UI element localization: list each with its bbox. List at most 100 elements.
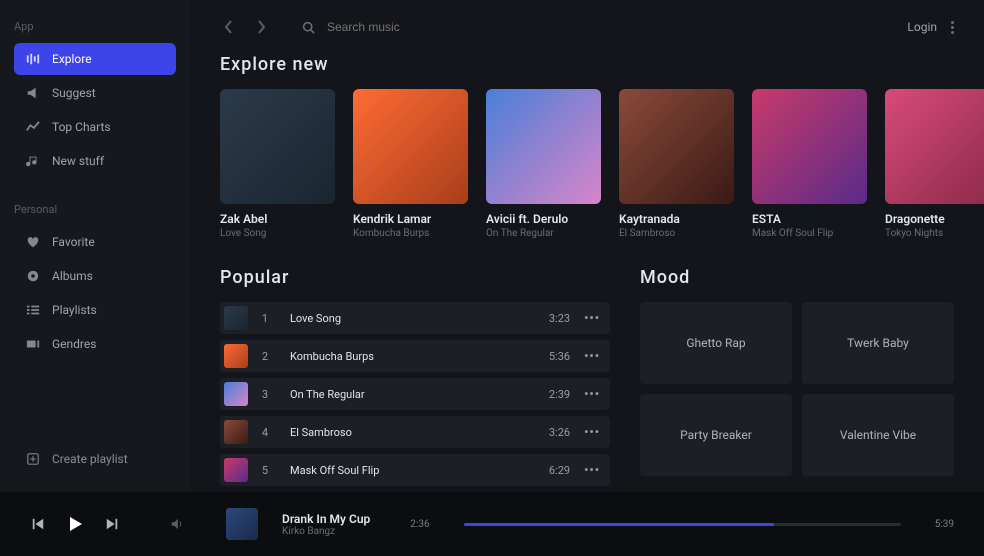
progress-bar[interactable] bbox=[464, 523, 901, 526]
nav-label: Gendres bbox=[52, 337, 96, 351]
explore-row: Zak Abel Love Song Kendrik LamarKombucha … bbox=[220, 89, 954, 239]
prev-track-button[interactable] bbox=[30, 516, 46, 532]
disc-icon bbox=[26, 269, 40, 283]
search-icon bbox=[302, 21, 315, 34]
card-artist: ESTA bbox=[752, 212, 867, 226]
now-playing-art bbox=[226, 508, 258, 540]
explore-icon bbox=[26, 52, 40, 66]
next-track-button[interactable] bbox=[104, 516, 120, 532]
skip-next-icon bbox=[105, 517, 119, 531]
more-vertical-icon[interactable] bbox=[951, 21, 954, 34]
card-artist: Avicii ft. Derulo bbox=[486, 212, 601, 226]
track-more-button[interactable]: ••• bbox=[584, 463, 600, 477]
explore-card[interactable]: Zak Abel Love Song bbox=[220, 89, 335, 239]
login-link[interactable]: Login bbox=[907, 20, 954, 34]
track-num: 3 bbox=[254, 388, 276, 401]
music-note-icon bbox=[26, 154, 40, 168]
section-label-personal: Personal bbox=[14, 203, 176, 216]
explore-card[interactable]: Kendrik LamarKombucha Burps bbox=[353, 89, 468, 239]
section-label-app: App bbox=[14, 20, 176, 33]
explore-card[interactable]: KaytranadaEl Sambroso bbox=[619, 89, 734, 239]
track-duration: 6:29 bbox=[549, 464, 570, 477]
explore-heading: Explore new bbox=[220, 54, 954, 75]
track-row[interactable]: 2Kombucha Burps5:36••• bbox=[220, 340, 610, 372]
explore-card[interactable]: DragonetteTokyo Nights bbox=[885, 89, 984, 239]
track-num: 5 bbox=[254, 464, 276, 477]
nav-label: New stuff bbox=[52, 154, 104, 168]
track-art bbox=[224, 344, 248, 368]
search-wrap bbox=[302, 20, 527, 34]
sidebar-item-suggest[interactable]: Suggest bbox=[14, 77, 176, 109]
volume-button[interactable] bbox=[170, 516, 186, 532]
sidebar-item-genres[interactable]: Gendres bbox=[14, 328, 176, 360]
now-playing-artist: Kirko Bangz bbox=[282, 526, 370, 537]
track-title: On The Regular bbox=[290, 388, 549, 401]
album-art bbox=[885, 89, 984, 204]
track-more-button[interactable]: ••• bbox=[584, 387, 600, 401]
track-more-button[interactable]: ••• bbox=[584, 311, 600, 325]
list-icon bbox=[26, 303, 40, 317]
login-label: Login bbox=[907, 20, 937, 34]
search-input[interactable] bbox=[327, 20, 527, 34]
album-art bbox=[220, 89, 335, 204]
now-playing-info: Drank In My Cup Kirko Bangz bbox=[282, 512, 370, 537]
mood-cell[interactable]: Twerk Baby bbox=[802, 302, 954, 384]
plus-square-icon bbox=[26, 452, 40, 466]
total-time: 5:39 bbox=[935, 519, 954, 530]
track-more-button[interactable]: ••• bbox=[584, 349, 600, 363]
chevron-right-icon bbox=[256, 20, 266, 34]
track-duration: 3:23 bbox=[549, 312, 570, 325]
sidebar-item-top-charts[interactable]: Top Charts bbox=[14, 111, 176, 143]
track-row[interactable]: 1 Love Song3:23 ••• bbox=[220, 302, 610, 334]
card-track: Mask Off Soul Flip bbox=[752, 228, 867, 239]
track-title: Kombucha Burps bbox=[290, 350, 549, 363]
main-content: Login Explore new Zak Abel Love Song Kend… bbox=[190, 0, 984, 492]
nav-label: Suggest bbox=[52, 86, 96, 100]
track-row[interactable]: 4 El Sambroso3:26 ••• bbox=[220, 416, 610, 448]
heart-icon bbox=[26, 235, 40, 249]
mood-cell[interactable]: Valentine Vibe bbox=[802, 394, 954, 476]
nav-label: Playlists bbox=[52, 303, 97, 317]
sidebar-item-explore[interactable]: Explore bbox=[14, 43, 176, 75]
sidebar-item-albums[interactable]: Albums bbox=[14, 260, 176, 292]
track-art bbox=[224, 420, 248, 444]
track-title: El Sambroso bbox=[290, 426, 549, 439]
track-title: Love Song bbox=[290, 312, 549, 325]
megaphone-icon bbox=[26, 86, 40, 100]
track-more-button[interactable]: ••• bbox=[584, 425, 600, 439]
track-art bbox=[224, 458, 248, 482]
card-track: Kombucha Burps bbox=[353, 228, 468, 239]
track-row[interactable]: 3On The Regular2:39••• bbox=[220, 378, 610, 410]
album-art bbox=[486, 89, 601, 204]
create-playlist-button[interactable]: Create playlist bbox=[14, 444, 140, 474]
chevron-left-icon bbox=[224, 20, 234, 34]
track-row[interactable]: 5Mask Off Soul Flip6:29••• bbox=[220, 454, 610, 486]
sidebar-item-playlists[interactable]: Playlists bbox=[14, 294, 176, 326]
card-artist: Zak Abel bbox=[220, 212, 335, 226]
nav-back-button[interactable] bbox=[220, 18, 238, 36]
track-num: 1 bbox=[254, 312, 276, 325]
explore-card[interactable]: Avicii ft. Derulo On The Regular bbox=[486, 89, 601, 239]
player-controls bbox=[30, 515, 120, 533]
mood-cell[interactable]: Ghetto Rap bbox=[640, 302, 792, 384]
now-playing-title: Drank In My Cup bbox=[282, 512, 370, 526]
topbar: Login bbox=[190, 0, 984, 48]
nav-forward-button[interactable] bbox=[252, 18, 270, 36]
sidebar-item-favorite[interactable]: Favorite bbox=[14, 226, 176, 258]
album-art bbox=[752, 89, 867, 204]
track-duration: 3:26 bbox=[549, 426, 570, 439]
sidebar-item-new-stuff[interactable]: New stuff bbox=[14, 145, 176, 177]
track-num: 4 bbox=[254, 426, 276, 439]
card-artist: Dragonette bbox=[885, 212, 984, 226]
mood-cell[interactable]: Party Breaker bbox=[640, 394, 792, 476]
card-track: Love Song bbox=[220, 228, 335, 239]
explore-card[interactable]: ESTA Mask Off Soul Flip bbox=[752, 89, 867, 239]
progress-fill bbox=[464, 523, 774, 526]
card-track: On The Regular bbox=[486, 228, 601, 239]
play-button[interactable] bbox=[66, 515, 84, 533]
volume-icon bbox=[170, 517, 184, 531]
track-art bbox=[224, 306, 248, 330]
album-art bbox=[353, 89, 468, 204]
create-playlist-label: Create playlist bbox=[52, 452, 128, 466]
player-bar: Drank In My Cup Kirko Bangz 2:36 5:39 bbox=[0, 492, 984, 556]
